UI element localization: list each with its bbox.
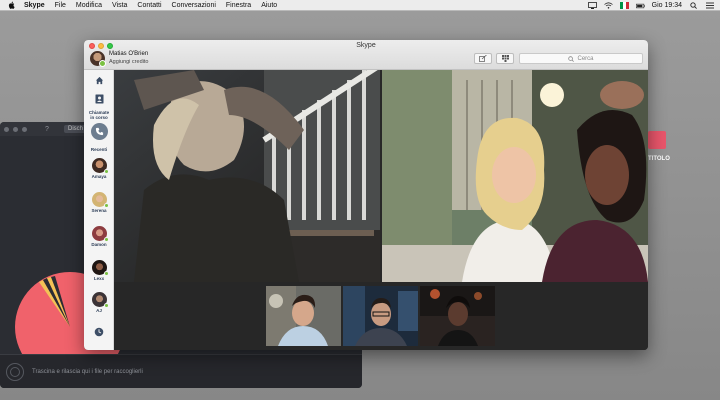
spotlight-icon[interactable]	[689, 2, 698, 9]
avatar	[91, 158, 109, 174]
avatar	[91, 260, 109, 276]
participant-thumbnail[interactable]	[420, 286, 495, 346]
recent-label: Recenti	[90, 147, 108, 152]
skype-titlebar: Skype Matias O'Brien Aggiungi credito Ce…	[84, 40, 648, 70]
skype-sidebar: Chiamate in corso Recenti Amaya Serena D…	[84, 70, 114, 350]
avatar	[91, 192, 109, 208]
video-call-area[interactable]	[114, 70, 648, 350]
window-close-dot[interactable]	[4, 126, 9, 132]
clock-icon	[94, 327, 104, 337]
online-status-icon	[103, 203, 109, 208]
menu-file[interactable]: File	[55, 2, 66, 9]
wifi-icon[interactable]	[603, 2, 613, 9]
contact-lexx[interactable]: Lexx	[84, 260, 114, 281]
contacts-icon	[95, 94, 103, 104]
add-credit-link[interactable]: Aggiungi credito	[109, 58, 148, 66]
participant-thumbnail[interactable]	[266, 286, 341, 346]
menu-finestra[interactable]: Finestra	[226, 2, 251, 9]
menu-vista[interactable]: Vista	[112, 2, 127, 9]
compose-icon	[479, 55, 487, 62]
participant-thumbnails	[266, 286, 495, 346]
home-button[interactable]	[84, 76, 114, 85]
help-icon[interactable]: ?	[45, 126, 49, 133]
desktop-item-label: TITOLO	[648, 156, 670, 162]
online-status-icon	[103, 271, 109, 276]
user-avatar[interactable]	[90, 50, 106, 67]
contact-aj[interactable]: AJ	[84, 292, 114, 313]
battery-icon[interactable]	[635, 2, 645, 9]
search-input[interactable]: Cerca	[519, 53, 643, 64]
main-video-left[interactable]	[114, 70, 380, 282]
menu-skype[interactable]: Skype	[24, 2, 45, 9]
drop-zone[interactable]: Trascina e rilascia qui i file per racco…	[0, 354, 362, 388]
ongoing-call-button[interactable]	[84, 123, 114, 140]
main-video-right[interactable]	[382, 70, 648, 282]
avatar	[91, 292, 109, 308]
window-zoom-dot[interactable]	[22, 126, 27, 132]
search-placeholder: Cerca	[577, 55, 594, 62]
phone-icon	[95, 127, 103, 136]
apple-icon[interactable]	[8, 1, 18, 9]
online-status-icon	[103, 237, 109, 242]
menu-modifica[interactable]: Modifica	[76, 2, 102, 9]
menu-clock[interactable]: Gio 19:34	[652, 2, 682, 9]
online-status-icon	[103, 169, 109, 174]
compose-button[interactable]	[474, 53, 492, 64]
flag-icon[interactable]	[619, 2, 629, 9]
avatar	[91, 226, 109, 242]
user-profile[interactable]: Matias O'Brien Aggiungi credito	[90, 50, 149, 67]
contact-serena[interactable]: Serena	[84, 192, 114, 213]
dialpad-button[interactable]	[496, 53, 514, 64]
participant-thumbnail[interactable]	[343, 286, 418, 346]
contact-amaya[interactable]: Amaya	[84, 158, 114, 179]
online-status-icon	[103, 303, 109, 308]
search-icon	[568, 55, 575, 62]
display-icon[interactable]	[587, 2, 597, 9]
menu-contatti[interactable]: Contatti	[137, 2, 161, 9]
contacts-button[interactable]	[84, 94, 114, 104]
contact-damon[interactable]: Damon	[84, 226, 114, 247]
menu-conversazioni[interactable]: Conversazioni	[172, 2, 216, 9]
collect-icon	[6, 362, 24, 381]
ongoing-calls-label: Chiamate in corso	[88, 110, 110, 120]
menu-aiuto[interactable]: Aiuto	[261, 2, 277, 9]
menu-bar: Skype File Modifica Vista Contatti Conve…	[0, 0, 720, 11]
user-name: Matias O'Brien	[109, 51, 149, 57]
drop-hint: Trascina e rilascia qui i file per racco…	[32, 368, 143, 375]
home-icon	[95, 76, 103, 85]
window-minimize-dot[interactable]	[13, 126, 18, 132]
dialpad-icon	[501, 55, 509, 62]
window-title: Skype	[356, 42, 376, 49]
notification-center-icon[interactable]	[705, 2, 714, 9]
skype-window[interactable]: Skype Matias O'Brien Aggiungi credito Ce…	[84, 40, 648, 350]
desktop-item-thumbnail[interactable]	[648, 131, 666, 149]
history-button[interactable]	[84, 327, 114, 337]
